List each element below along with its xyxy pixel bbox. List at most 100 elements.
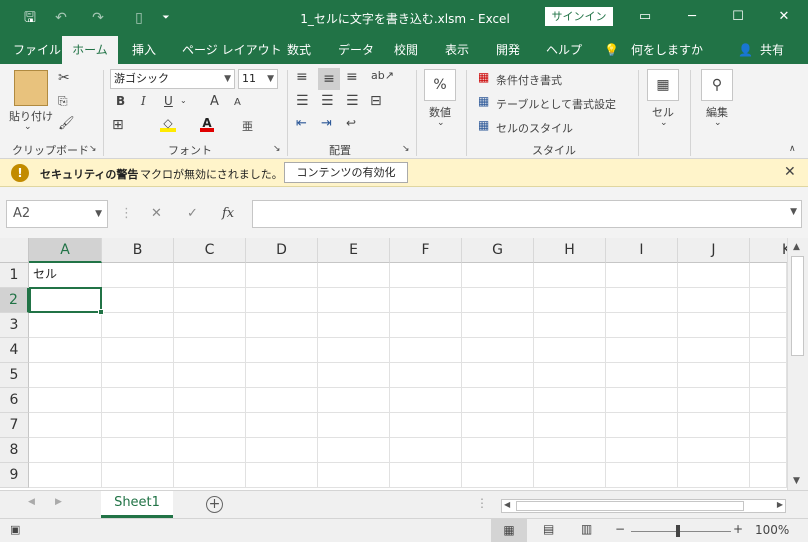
cell[interactable] [246,313,318,338]
cell[interactable] [534,313,606,338]
cell[interactable] [606,263,678,288]
insert-function-icon[interactable]: fx [222,200,234,228]
signin-button[interactable]: サインイン [545,7,613,26]
cell[interactable] [678,438,750,463]
tab-insert[interactable]: 挿入 [132,36,156,64]
cell[interactable] [750,313,787,338]
cell[interactable] [534,413,606,438]
cell[interactable] [29,388,102,413]
cell[interactable] [390,313,462,338]
column-header-g[interactable]: G [462,238,534,263]
vertical-scroll-thumb[interactable] [791,256,804,356]
cell[interactable] [462,288,534,313]
zoom-slider-thumb[interactable] [676,525,680,537]
cell[interactable] [102,338,174,363]
active-cell-a2[interactable] [29,287,102,313]
paste-icon[interactable] [14,70,48,106]
tab-file[interactable]: ファイル [13,36,61,64]
scroll-right-icon[interactable]: ▶ [777,500,783,509]
number-format-icon[interactable]: % [424,69,456,101]
tab-data[interactable]: データ [338,36,374,64]
format-as-table-button[interactable]: テーブルとして書式設定 [496,96,616,112]
horizontal-scrollbar[interactable]: ◀ ▶ [501,499,786,513]
cell[interactable] [606,438,678,463]
cell[interactable] [174,463,246,488]
cell[interactable] [534,263,606,288]
cell[interactable] [390,463,462,488]
close-button[interactable]: ✕ [769,6,799,28]
row-header-8[interactable]: 8 [0,438,29,463]
cell[interactable] [678,263,750,288]
tell-me-search[interactable]: 何をしますか [631,36,703,64]
search-icon[interactable]: ⚲ [701,69,733,101]
cells-icon[interactable]: ▦ [647,69,679,101]
cell[interactable] [246,463,318,488]
name-box[interactable]: A2 ▼ [6,200,108,228]
cell[interactable] [390,338,462,363]
cell[interactable] [390,438,462,463]
cell[interactable] [678,288,750,313]
align-middle-icon[interactable]: ≡ [318,68,340,90]
cell[interactable] [606,313,678,338]
split-handle-icon[interactable]: ⋮ [476,496,488,510]
scroll-up-icon[interactable]: ▲ [793,242,800,252]
copy-icon[interactable]: ⎘ [58,94,68,109]
page-layout-view-icon[interactable]: ▤ [543,522,554,536]
cell[interactable] [678,338,750,363]
restore-button[interactable]: ☐ [723,6,753,28]
cell[interactable] [678,413,750,438]
collapse-ribbon-icon[interactable]: ∧ [789,144,796,154]
font-launcher-icon[interactable]: ↘ [273,144,281,154]
cell[interactable] [462,313,534,338]
font-color-icon[interactable]: A [200,116,214,132]
wrap-text-icon[interactable]: ↩ [346,116,356,130]
cell[interactable] [246,388,318,413]
cell[interactable] [750,363,787,388]
cell[interactable] [102,313,174,338]
italic-button[interactable]: I [141,94,146,108]
page-break-view-icon[interactable]: ▥ [581,522,592,536]
cell[interactable] [462,263,534,288]
redo-icon[interactable]: ↷ [88,8,108,28]
fill-handle[interactable] [98,309,104,315]
column-header-a[interactable]: A [29,238,102,263]
align-center-icon[interactable]: ☰ [321,93,334,109]
cell[interactable] [750,388,787,413]
cell[interactable] [390,363,462,388]
underline-dropdown-icon[interactable]: ⌄ [180,96,187,105]
zoom-out-button[interactable]: − [615,522,625,536]
cell[interactable] [390,263,462,288]
undo-icon[interactable]: ↶ [51,8,71,28]
column-header-i[interactable]: I [606,238,678,263]
cell[interactable] [174,288,246,313]
cell[interactable] [246,338,318,363]
cell[interactable] [29,463,102,488]
cell[interactable] [606,288,678,313]
align-bottom-icon[interactable]: ≡ [346,69,358,85]
clipboard-launcher-icon[interactable]: ↘ [89,144,97,154]
sheet-tab-sheet1[interactable]: Sheet1 [101,491,173,518]
cell[interactable] [102,463,174,488]
cell[interactable] [534,338,606,363]
cell[interactable] [678,388,750,413]
cell[interactable] [606,338,678,363]
zoom-level[interactable]: 100% [755,523,789,537]
prev-sheet-icon[interactable]: ◀ [28,497,35,507]
cell[interactable] [102,388,174,413]
row-header-6[interactable]: 6 [0,388,29,413]
merge-center-icon[interactable]: ⊟ [370,93,382,109]
fill-color-icon[interactable]: ◇ [160,116,176,132]
cell[interactable] [462,363,534,388]
enter-icon[interactable]: ✓ [187,200,198,228]
underline-button[interactable]: U [164,94,173,108]
cell[interactable] [174,438,246,463]
font-name-select[interactable]: 游ゴシック ▼ [110,69,235,89]
zoom-slider[interactable] [631,531,731,532]
paste-dropdown-icon[interactable]: ⌄ [24,122,32,132]
cell[interactable] [246,438,318,463]
worksheet-grid[interactable]: A B C D E F G H I J K 1 2 3 4 5 6 7 8 9 … [0,238,808,490]
cell[interactable] [318,463,390,488]
cell[interactable] [102,413,174,438]
cell[interactable] [29,338,102,363]
increase-indent-icon[interactable]: ⇥ [321,116,332,131]
